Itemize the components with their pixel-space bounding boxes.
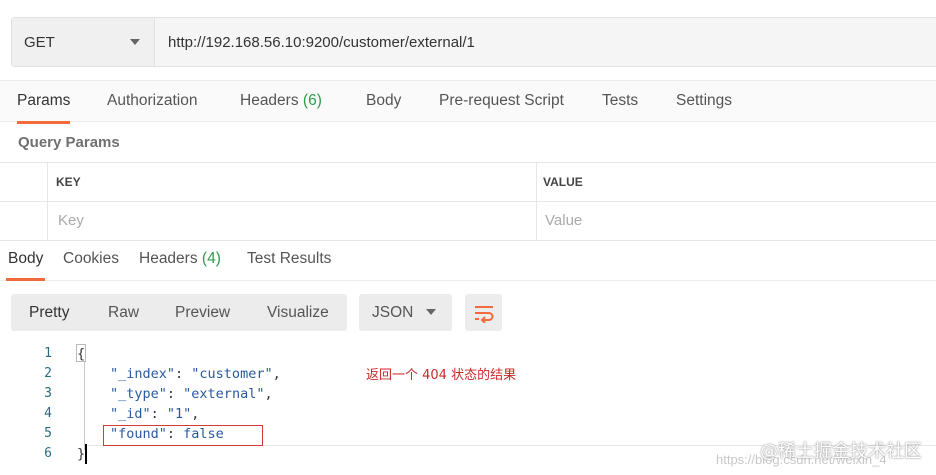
json-comma: , [191, 406, 200, 422]
view-pretty-button[interactable]: Pretty [29, 294, 69, 331]
annotation-text: 返回一个 404 状态的结果 [366, 368, 517, 383]
line-number: 5 [44, 426, 52, 441]
chevron-down-icon [426, 309, 436, 315]
code-line: "_id": "1", [110, 406, 200, 422]
json-value: "1" [166, 406, 192, 422]
tab-label: Headers [240, 92, 299, 109]
tab-label: Cookies [63, 250, 119, 267]
json-value: "customer" [191, 366, 273, 382]
table-header-row: KEY VALUE [0, 163, 936, 202]
method-select[interactable]: GET [12, 18, 155, 66]
line-number: 1 [44, 346, 52, 361]
json-key: "_index" [110, 366, 176, 382]
tab-label: Pre-request Script [439, 92, 564, 109]
tab-label: Params [17, 92, 71, 109]
format-label: JSON [372, 304, 414, 321]
url-text: http://192.168.56.10:9200/customer/exter… [168, 33, 475, 51]
tab-body[interactable]: Body [366, 81, 401, 123]
method-label: GET [24, 33, 55, 51]
tab-count-badge: (4) [201, 250, 221, 267]
tab-label: Body [366, 92, 402, 109]
tab-pre-request-script[interactable]: Pre-request Script [439, 81, 564, 123]
code-line: "_type": "external", [110, 386, 273, 402]
tab-label: Authorization [107, 92, 198, 109]
text-cursor [75, 444, 87, 464]
tab-label: Headers [139, 250, 198, 267]
code-line: { [77, 346, 86, 362]
view-visualize-button[interactable]: Visualize [267, 294, 329, 331]
format-select[interactable]: JSON [359, 294, 452, 331]
line-number: 6 [44, 446, 52, 461]
tab-label: Test Results [247, 250, 332, 267]
tab-label: Body [8, 250, 44, 267]
code-line: "_index": "customer", [110, 366, 281, 382]
chevron-down-icon [130, 39, 140, 45]
json-comma: , [264, 386, 273, 402]
line-number: 4 [44, 406, 52, 421]
wrap-lines-icon [474, 305, 493, 323]
json-key: "_type" [110, 386, 167, 402]
tab-tests[interactable]: Tests [602, 81, 638, 123]
query-params-title: Query Params [18, 134, 120, 151]
params-table: KEY VALUE Key Value [0, 162, 936, 241]
url-input[interactable]: http://192.168.56.10:9200/customer/exter… [155, 18, 936, 66]
view-preview-button[interactable]: Preview [175, 294, 230, 331]
view-mode-group: Pretty Raw Preview Visualize [11, 294, 347, 331]
line-number: 2 [44, 366, 52, 381]
json-key: "_id" [110, 406, 151, 422]
watermark-brand: @稀土掘金技术社区 [760, 441, 922, 462]
key-input[interactable]: Key [58, 202, 528, 240]
tab-label: Settings [676, 92, 733, 109]
json-value: "external" [183, 386, 265, 402]
tab-response-headers[interactable]: Headers (4) [139, 240, 221, 280]
tab-headers[interactable]: Headers (6) [240, 81, 322, 123]
indent-guide [84, 362, 85, 450]
value-input[interactable]: Value [545, 202, 935, 240]
line-number: 3 [44, 386, 52, 401]
response-tabs: Body Cookies Headers (4) Test Results [0, 240, 936, 281]
wrap-lines-button[interactable] [465, 294, 502, 331]
value-column-header: VALUE [543, 175, 583, 189]
table-row: Key Value [0, 202, 936, 241]
annotation-highlight-box [103, 425, 263, 446]
tab-count-badge: (6) [302, 92, 322, 109]
tab-label: Tests [602, 92, 639, 109]
tab-test-results[interactable]: Test Results [247, 240, 331, 280]
request-url-bar: GET http://192.168.56.10:9200/customer/e… [11, 17, 936, 67]
key-column-header: KEY [56, 175, 81, 189]
view-raw-button[interactable]: Raw [108, 294, 139, 331]
request-tabs: Params Authorization Headers (6) Body Pr… [0, 80, 936, 124]
tab-response-body[interactable]: Body [5, 240, 46, 281]
tab-settings[interactable]: Settings [676, 81, 732, 123]
json-comma: , [272, 366, 281, 382]
tab-authorization[interactable]: Authorization [107, 81, 197, 123]
tab-params[interactable]: Params [17, 81, 71, 124]
tab-cookies[interactable]: Cookies [63, 240, 119, 280]
